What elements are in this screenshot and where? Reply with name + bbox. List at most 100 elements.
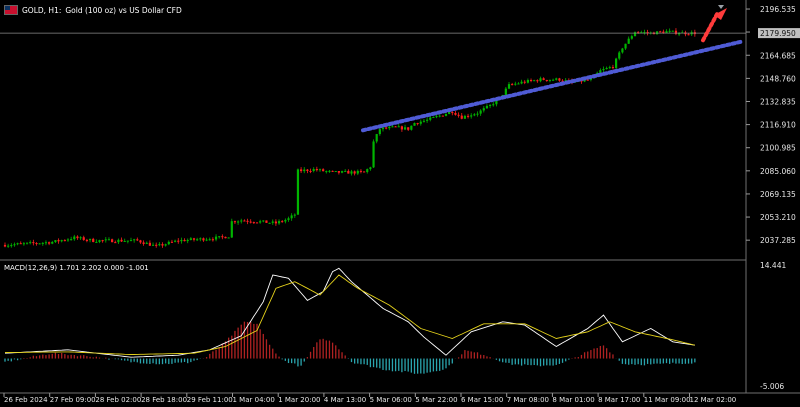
candle [145,241,148,245]
candle-body [104,239,107,241]
candle [558,77,561,82]
time-tick-label: 5 Mar 06:00 [370,396,412,404]
candle [482,106,485,113]
candle [678,32,681,37]
candle [277,219,281,225]
candle-body [372,141,375,168]
instrument-flag-icon [4,5,18,15]
candle-body [139,240,142,243]
candle [189,237,192,241]
candle-body [199,238,202,240]
candle-body [466,115,470,117]
candle-body [170,241,174,243]
candle [671,30,674,32]
candle-body [309,170,312,172]
candle-body [369,167,372,170]
candle-body [366,169,369,173]
candle [192,237,196,242]
candle [511,82,514,86]
candle-body [230,221,233,238]
candle-body [111,239,114,243]
candle [605,66,608,70]
candle-body [208,239,211,241]
candle-body [192,238,196,240]
candle-body [388,126,391,129]
candle [126,240,129,244]
candle-body [300,169,303,172]
candle [142,240,145,246]
candle-body [95,241,98,243]
candle-body [375,134,378,142]
candle-body [394,126,397,128]
candle-body [441,115,444,117]
candle [41,242,44,246]
candle-body [419,121,422,124]
candle [602,66,605,73]
candle [287,216,290,222]
candle [233,220,237,225]
candle-body [315,169,318,171]
candle [665,29,668,34]
candle [366,168,369,174]
candle [104,237,107,243]
candle-body [536,80,539,82]
candle [208,237,211,241]
candle-body [186,239,189,242]
candle [281,220,284,223]
candle-body [665,31,668,34]
candle-body [290,215,293,219]
candle [441,115,444,117]
candle-body [485,105,489,109]
macd-indicator-label: MACD(12,26,9) 1.701 2.202 0.000 -1.001 [4,264,149,272]
candle-body [454,112,457,115]
price-tick-label: 2148.760 [760,74,796,83]
candle-body [117,239,120,243]
current-price-label: 2179.950 [760,29,796,38]
candle [161,242,164,248]
candle-body [416,123,419,125]
candle [552,78,555,81]
candle-body [196,239,199,241]
candle-body [211,239,214,241]
candle-body [164,244,167,246]
candle [315,166,318,172]
candle-body [555,78,558,80]
candle-body [400,126,403,130]
candle [438,114,441,118]
candle [35,242,38,246]
candle [517,82,520,85]
candle [300,167,303,173]
candle [444,113,448,117]
candle-body [19,243,22,245]
candle-body [599,70,602,73]
candle-body [432,116,435,118]
candle-body [529,80,533,82]
candle [659,30,662,33]
candle-body [476,113,479,115]
candle-body [520,81,523,84]
macd-histogram [4,321,696,374]
candle [170,239,174,243]
time-tick-label: 12 Mar 02:00 [690,396,737,404]
candle-body [16,243,19,245]
price-axis: 2196.5352180.6852164.6852148.7602132.835… [746,5,800,391]
candle [66,238,70,242]
candle-body [255,222,259,224]
candle-body [54,240,57,243]
time-tick-label: 29 Feb 11:00 [187,396,233,404]
candle-body [221,236,224,238]
candle [536,79,539,83]
candle [426,117,429,123]
candle-body [57,240,60,242]
candle [542,77,545,81]
candle-body [602,69,605,71]
candle [129,237,133,242]
candle [85,238,88,243]
candle [328,169,331,173]
candle [479,109,482,116]
macd-min-label: -5.006 [760,382,784,391]
candle [539,76,542,83]
candle [347,169,350,174]
candle [114,240,117,244]
candle-body [303,169,306,172]
